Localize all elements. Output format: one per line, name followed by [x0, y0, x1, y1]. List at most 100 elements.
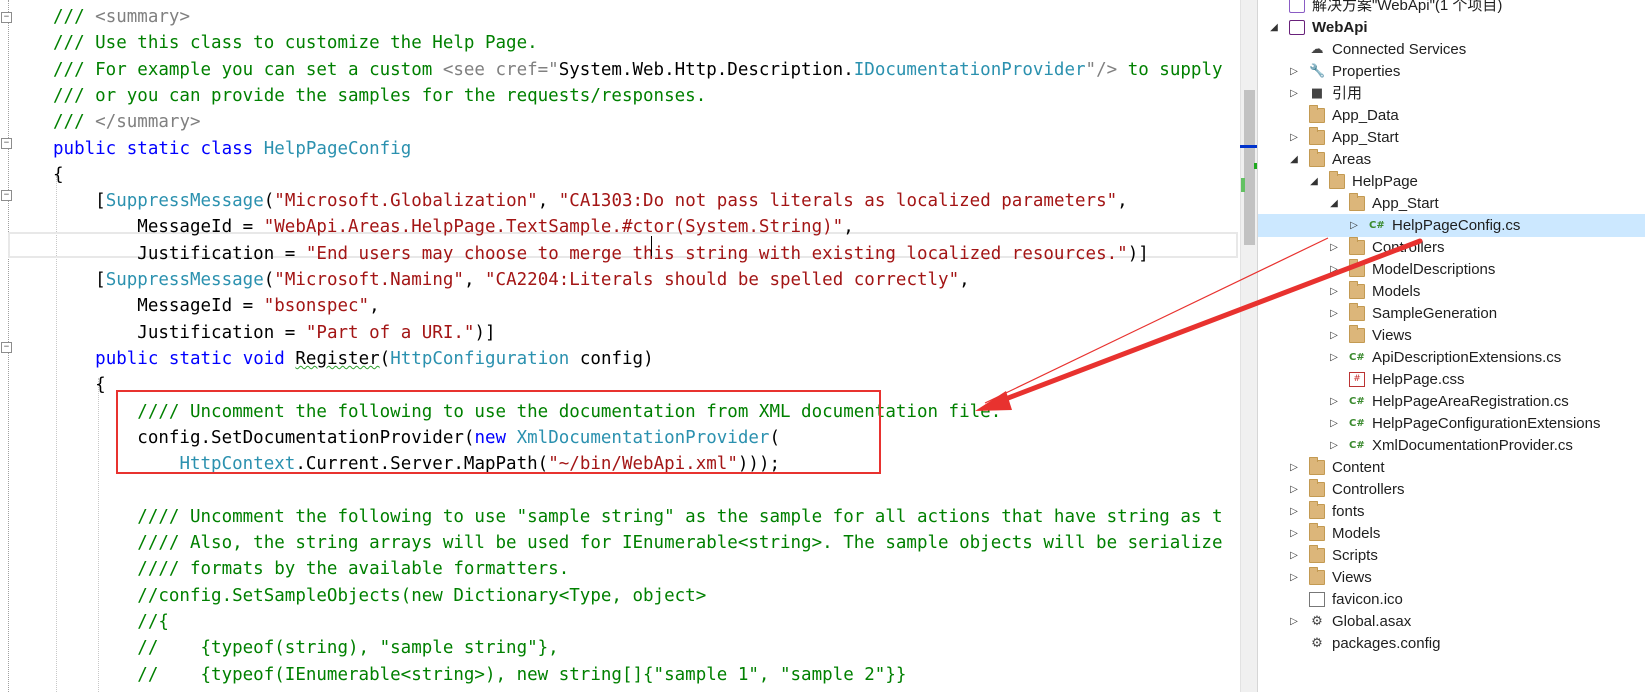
expand-arrow-icon[interactable]: ▷ — [1288, 478, 1300, 501]
expand-arrow-icon[interactable]: ▷ — [1328, 434, 1340, 457]
folder-icon — [1309, 523, 1325, 541]
code-line: { — [53, 162, 64, 188]
expand-arrow-icon[interactable]: ▷ — [1328, 302, 1340, 325]
expand-arrow-icon[interactable]: ▷ — [1288, 544, 1300, 567]
code-token: System.Web.Http.Description. — [558, 59, 854, 80]
code-token: ( — [263, 270, 275, 290]
expand-arrow-icon[interactable]: ▷ — [1288, 500, 1300, 523]
tree-item[interactable]: ▷ Controllers — [1258, 478, 1645, 501]
tree-item[interactable]: ▷ ■ 引用 — [1258, 82, 1645, 105]
folder-icon — [1309, 479, 1325, 497]
code-token: )] — [1127, 243, 1149, 264]
code-editor[interactable]: − − − − /// <summary> /// Use this class … — [0, 0, 1240, 692]
expand-arrow-icon[interactable]: ▷ — [1328, 346, 1340, 369]
tree-item[interactable]: 解决方案"WebApi"(1 个项目) — [1258, 0, 1645, 17]
fold-toggle-icon[interactable]: − — [1, 12, 12, 23]
expand-arrow-icon[interactable]: ▷ — [1328, 236, 1340, 259]
expand-arrow-icon[interactable]: ▷ — [1288, 126, 1300, 149]
code-token: /// — [53, 112, 96, 133]
tree-item[interactable]: ▷ Models — [1258, 280, 1645, 303]
fold-toggle-icon[interactable]: − — [1, 342, 12, 353]
tree-item[interactable]: ⚙ packages.config — [1258, 632, 1645, 655]
code-token: SuppressMessage — [105, 270, 264, 290]
tree-item[interactable]: App_Data — [1258, 104, 1645, 127]
tree-item[interactable]: ▷ C# XmlDocumentationProvider.cs — [1258, 434, 1645, 457]
code-token: Register — [295, 348, 380, 369]
text-caret — [651, 236, 652, 256]
code-token: SuppressMessage — [105, 191, 264, 212]
tree-item[interactable]: ▷ C# ApiDescriptionExtensions.cs — [1258, 346, 1645, 369]
editor-vertical-scrollbar[interactable] — [1240, 0, 1258, 692]
expand-arrow-icon[interactable]: ▷ — [1288, 60, 1300, 83]
code-token: config) — [569, 348, 654, 369]
tree-item[interactable]: ▷ C# HelpPageAreaRegistration.cs — [1258, 390, 1645, 413]
tree-item[interactable]: # HelpPage.css — [1258, 368, 1645, 391]
tree-item-label: App_Start — [1332, 129, 1399, 146]
code-token: "CA2204:Literals should be spelled corre… — [485, 270, 960, 290]
collapse-arrow-icon[interactable]: ◢ — [1268, 16, 1280, 39]
editor-gutter: − − − − — [0, 0, 18, 692]
expand-arrow-icon[interactable]: ▷ — [1288, 82, 1300, 105]
code-token: "Microsoft.Naming" — [274, 270, 464, 290]
code-line: { — [53, 372, 106, 398]
code-token: </summary> — [95, 112, 201, 133]
tree-item[interactable]: ▷ Models — [1258, 522, 1645, 545]
tree-item[interactable]: ▷ ⚙ Global.asax — [1258, 610, 1645, 633]
expand-arrow-icon[interactable]: ▷ — [1348, 214, 1360, 237]
tree-item[interactable]: ▷ Controllers — [1258, 236, 1645, 259]
file-icon — [1309, 592, 1325, 607]
tree-item[interactable]: ◢ Areas — [1258, 148, 1645, 171]
csharp-file-icon: C# — [1349, 418, 1365, 429]
tree-item[interactable]: ◢ WebApi — [1258, 16, 1645, 39]
code-token: void — [242, 348, 296, 369]
tree-item[interactable]: ▷ Content — [1258, 456, 1645, 479]
tree-item-label: Controllers — [1332, 481, 1405, 498]
expand-arrow-icon[interactable]: ▷ — [1288, 522, 1300, 545]
folder-open-icon — [1309, 149, 1325, 167]
expand-arrow-icon[interactable]: ▷ — [1288, 566, 1300, 589]
collapse-arrow-icon[interactable]: ◢ — [1288, 148, 1300, 171]
tree-item[interactable]: ▷ ModelDescriptions — [1258, 258, 1645, 281]
code-line: /// Use this class to customize the Help… — [53, 30, 538, 56]
csharp-file-icon: C# — [1349, 352, 1365, 363]
tree-item[interactable]: ◢ HelpPage — [1258, 170, 1645, 193]
code-token: )] — [474, 322, 496, 343]
collapse-arrow-icon[interactable]: ◢ — [1308, 170, 1320, 193]
expand-arrow-icon[interactable]: ▷ — [1288, 456, 1300, 479]
code-line: //{ — [53, 609, 169, 635]
tree-item[interactable]: ▷ C# HelpPageConfig.cs — [1258, 214, 1645, 237]
tree-item[interactable]: ◢ App_Start — [1258, 192, 1645, 215]
expand-arrow-icon[interactable]: ▷ — [1328, 324, 1340, 347]
tree-item[interactable]: ▷ App_Start — [1258, 126, 1645, 149]
expand-arrow-icon[interactable]: ▷ — [1328, 280, 1340, 303]
code-line: public static void Register(HttpConfigur… — [53, 346, 654, 372]
tree-item[interactable]: ▷ C# HelpPageConfigurationExtensions — [1258, 412, 1645, 435]
solution-explorer-tree[interactable]: 解决方案"WebApi"(1 个项目) ◢ WebApi ☁ Connected Ser… — [1257, 0, 1645, 692]
tree-item[interactable]: ▷ 🔧 Properties — [1258, 60, 1645, 83]
config-file-icon: ⚙ — [1311, 636, 1323, 651]
code-token: "Microsoft.Globalization" — [274, 191, 538, 212]
expand-arrow-icon[interactable]: ▷ — [1328, 390, 1340, 413]
expand-arrow-icon[interactable]: ▷ — [1328, 258, 1340, 281]
tree-item[interactable]: favicon.ico — [1258, 588, 1645, 611]
tree-item[interactable]: ▷ Scripts — [1258, 544, 1645, 567]
fold-toggle-icon[interactable]: − — [1, 190, 12, 201]
folder-icon — [1309, 105, 1325, 123]
tree-item[interactable]: ▷ Views — [1258, 324, 1645, 347]
tree-item-label: Scripts — [1332, 547, 1378, 564]
tree-item[interactable]: ▷ SampleGeneration — [1258, 302, 1645, 325]
expand-arrow-icon[interactable]: ▷ — [1328, 412, 1340, 435]
fold-toggle-icon[interactable]: − — [1, 138, 12, 149]
tree-item-label: Areas — [1332, 151, 1372, 168]
tree-item-label: App_Data — [1332, 107, 1399, 124]
tree-item[interactable]: ▷ Views — [1258, 566, 1645, 589]
tree-item[interactable]: ▷ fonts — [1258, 500, 1645, 523]
expand-arrow-icon[interactable]: ▷ — [1288, 610, 1300, 633]
tree-item[interactable]: ☁ Connected Services — [1258, 38, 1645, 61]
css-file-icon: # — [1349, 372, 1365, 387]
tree-item-label: XmlDocumentationProvider.cs — [1372, 437, 1573, 454]
csharp-file-icon: C# — [1369, 220, 1385, 231]
collapse-arrow-icon[interactable]: ◢ — [1328, 192, 1340, 215]
